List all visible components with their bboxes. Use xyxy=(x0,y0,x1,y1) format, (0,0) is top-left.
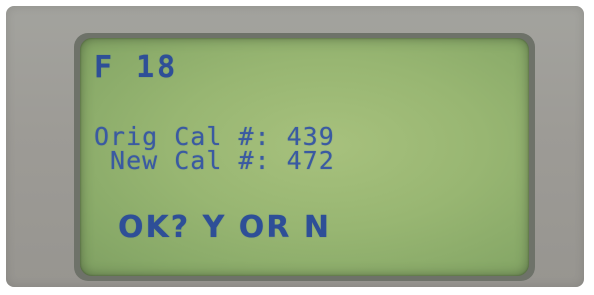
photo-frame: F 18 Orig Cal #: 439 New Cal #: 472 OK? … xyxy=(0,0,594,295)
lcd-screen: F 18 Orig Cal #: 439 New Cal #: 472 OK? … xyxy=(80,38,529,276)
lcd-header: F 18 xyxy=(94,50,179,85)
new-cal-line: New Cal #: 472 xyxy=(94,146,335,175)
confirm-prompt: OK? Y OR N xyxy=(118,210,331,245)
